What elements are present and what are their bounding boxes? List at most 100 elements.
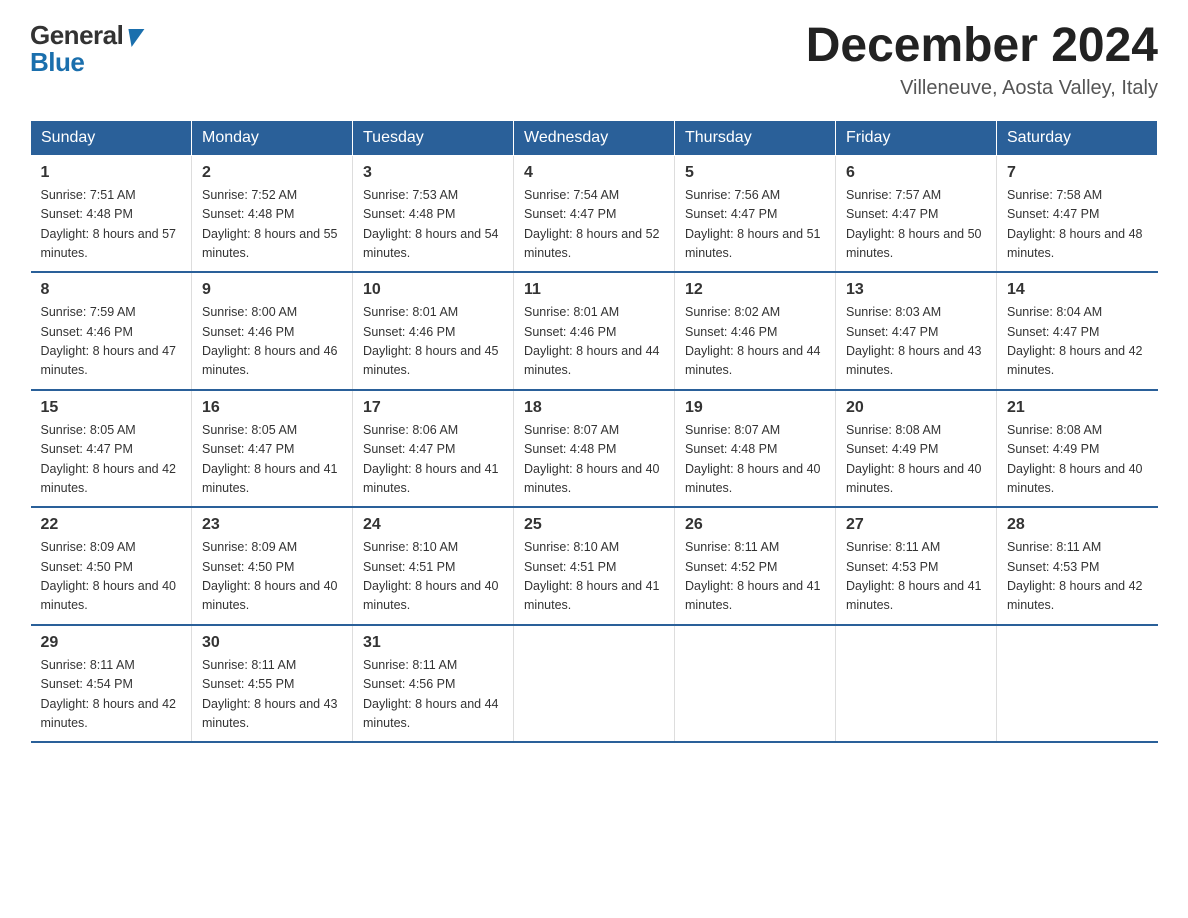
day-cell-8: 8Sunrise: 7:59 AMSunset: 4:46 PMDaylight…: [31, 272, 192, 390]
day-cell-1: 1Sunrise: 7:51 AMSunset: 4:48 PMDaylight…: [31, 155, 192, 272]
day-info: Sunrise: 8:04 AMSunset: 4:47 PMDaylight:…: [1007, 305, 1143, 377]
day-cell-19: 19Sunrise: 8:07 AMSunset: 4:48 PMDayligh…: [675, 390, 836, 508]
day-cell-4: 4 Sunrise: 7:54 AMSunset: 4:47 PMDaylight…: [514, 155, 675, 272]
logo: General Blue: [30, 20, 142, 78]
day-info: Sunrise: 7:56 AMSunset: 4:47 PMDaylight:…: [685, 188, 821, 260]
day-info: Sunrise: 8:11 AMSunset: 4:53 PMDaylight:…: [1007, 540, 1143, 612]
day-cell-11: 11Sunrise: 8:01 AMSunset: 4:46 PMDayligh…: [514, 272, 675, 390]
day-info: Sunrise: 8:09 AMSunset: 4:50 PMDaylight:…: [202, 540, 338, 612]
day-cell-18: 18 Sunrise: 8:07 AMSunset: 4:48 PMDayligh…: [514, 390, 675, 508]
day-number: 10: [363, 281, 503, 299]
day-info: Sunrise: 8:11 AMSunset: 4:56 PMDaylight:…: [363, 658, 499, 730]
day-info: Sunrise: 8:03 AMSunset: 4:47 PMDaylight:…: [846, 305, 982, 377]
week-row-5: 29 Sunrise: 8:11 AMSunset: 4:54 PMDayligh…: [31, 625, 1158, 743]
title-block: December 2024 Villeneuve, Aosta Valley, …: [806, 20, 1158, 100]
day-number: 4: [524, 164, 664, 182]
day-number: 3: [363, 164, 503, 182]
day-number: 22: [41, 516, 182, 534]
day-number: 29: [41, 634, 182, 652]
day-number: 16: [202, 399, 342, 417]
day-info: Sunrise: 8:06 AMSunset: 4:47 PMDaylight:…: [363, 423, 499, 495]
day-info: Sunrise: 8:11 AMSunset: 4:52 PMDaylight:…: [685, 540, 821, 612]
col-header-tuesday: Tuesday: [353, 120, 514, 155]
day-number: 7: [1007, 164, 1148, 182]
day-cell-13: 13Sunrise: 8:03 AMSunset: 4:47 PMDayligh…: [836, 272, 997, 390]
day-number: 8: [41, 281, 182, 299]
day-number: 26: [685, 516, 825, 534]
day-info: Sunrise: 8:07 AMSunset: 4:48 PMDaylight:…: [685, 423, 821, 495]
day-number: 9: [202, 281, 342, 299]
logo-blue-text: Blue: [30, 47, 142, 78]
day-number: 12: [685, 281, 825, 299]
day-number: 11: [524, 281, 664, 299]
day-info: Sunrise: 8:08 AMSunset: 4:49 PMDaylight:…: [846, 423, 982, 495]
col-header-sunday: Sunday: [31, 120, 192, 155]
week-row-3: 15 Sunrise: 8:05 AMSunset: 4:47 PMDayligh…: [31, 390, 1158, 508]
day-cell-6: 6 Sunrise: 7:57 AMSunset: 4:47 PMDaylight…: [836, 155, 997, 272]
day-info: Sunrise: 8:08 AMSunset: 4:49 PMDaylight:…: [1007, 423, 1143, 495]
day-cell-23: 23 Sunrise: 8:09 AMSunset: 4:50 PMDayligh…: [192, 507, 353, 625]
day-cell-15: 15 Sunrise: 8:05 AMSunset: 4:47 PMDayligh…: [31, 390, 192, 508]
col-header-saturday: Saturday: [997, 120, 1158, 155]
day-cell-22: 22 Sunrise: 8:09 AMSunset: 4:50 PMDayligh…: [31, 507, 192, 625]
week-row-4: 22 Sunrise: 8:09 AMSunset: 4:50 PMDayligh…: [31, 507, 1158, 625]
day-cell-17: 17 Sunrise: 8:06 AMSunset: 4:47 PMDayligh…: [353, 390, 514, 508]
day-number: 17: [363, 399, 503, 417]
day-number: 30: [202, 634, 342, 652]
day-cell-24: 24 Sunrise: 8:10 AMSunset: 4:51 PMDayligh…: [353, 507, 514, 625]
day-cell-21: 21 Sunrise: 8:08 AMSunset: 4:49 PMDayligh…: [997, 390, 1158, 508]
logo-arrow-icon: [124, 29, 145, 47]
day-cell-16: 16 Sunrise: 8:05 AMSunset: 4:47 PMDayligh…: [192, 390, 353, 508]
day-cell-28: 28 Sunrise: 8:11 AMSunset: 4:53 PMDayligh…: [997, 507, 1158, 625]
day-number: 24: [363, 516, 503, 534]
day-info: Sunrise: 8:11 AMSunset: 4:53 PMDaylight:…: [846, 540, 982, 612]
day-number: 31: [363, 634, 503, 652]
location-text: Villeneuve, Aosta Valley, Italy: [806, 77, 1158, 100]
day-cell-12: 12 Sunrise: 8:02 AMSunset: 4:46 PMDayligh…: [675, 272, 836, 390]
week-row-1: 1Sunrise: 7:51 AMSunset: 4:48 PMDaylight…: [31, 155, 1158, 272]
day-info: Sunrise: 7:54 AMSunset: 4:47 PMDaylight:…: [524, 188, 660, 260]
day-cell-31: 31 Sunrise: 8:11 AMSunset: 4:56 PMDayligh…: [353, 625, 514, 743]
day-cell-7: 7 Sunrise: 7:58 AMSunset: 4:47 PMDaylight…: [997, 155, 1158, 272]
day-number: 15: [41, 399, 182, 417]
day-cell-30: 30 Sunrise: 8:11 AMSunset: 4:55 PMDayligh…: [192, 625, 353, 743]
col-header-thursday: Thursday: [675, 120, 836, 155]
day-number: 6: [846, 164, 986, 182]
day-info: Sunrise: 8:10 AMSunset: 4:51 PMDaylight:…: [524, 540, 660, 612]
day-info: Sunrise: 8:09 AMSunset: 4:50 PMDaylight:…: [41, 540, 177, 612]
day-number: 25: [524, 516, 664, 534]
day-info: Sunrise: 7:52 AMSunset: 4:48 PMDaylight:…: [202, 188, 338, 260]
day-cell-9: 9Sunrise: 8:00 AMSunset: 4:46 PMDaylight…: [192, 272, 353, 390]
day-cell-26: 26 Sunrise: 8:11 AMSunset: 4:52 PMDayligh…: [675, 507, 836, 625]
day-cell-5: 5Sunrise: 7:56 AMSunset: 4:47 PMDaylight…: [675, 155, 836, 272]
day-info: Sunrise: 7:57 AMSunset: 4:47 PMDaylight:…: [846, 188, 982, 260]
empty-cell: [836, 625, 997, 743]
col-header-monday: Monday: [192, 120, 353, 155]
day-info: Sunrise: 8:11 AMSunset: 4:54 PMDaylight:…: [41, 658, 177, 730]
empty-cell: [514, 625, 675, 743]
day-cell-10: 10 Sunrise: 8:01 AMSunset: 4:46 PMDayligh…: [353, 272, 514, 390]
day-number: 14: [1007, 281, 1148, 299]
day-info: Sunrise: 8:01 AMSunset: 4:46 PMDaylight:…: [363, 305, 499, 377]
day-info: Sunrise: 8:10 AMSunset: 4:51 PMDaylight:…: [363, 540, 499, 612]
empty-cell: [997, 625, 1158, 743]
day-number: 1: [41, 164, 182, 182]
day-number: 23: [202, 516, 342, 534]
day-info: Sunrise: 8:11 AMSunset: 4:55 PMDaylight:…: [202, 658, 338, 730]
empty-cell: [675, 625, 836, 743]
day-info: Sunrise: 7:58 AMSunset: 4:47 PMDaylight:…: [1007, 188, 1143, 260]
day-cell-27: 27Sunrise: 8:11 AMSunset: 4:53 PMDayligh…: [836, 507, 997, 625]
day-info: Sunrise: 8:07 AMSunset: 4:48 PMDaylight:…: [524, 423, 660, 495]
calendar-table: SundayMondayTuesdayWednesdayThursdayFrid…: [30, 120, 1158, 744]
day-info: Sunrise: 8:02 AMSunset: 4:46 PMDaylight:…: [685, 305, 821, 377]
day-cell-25: 25 Sunrise: 8:10 AMSunset: 4:51 PMDayligh…: [514, 507, 675, 625]
day-info: Sunrise: 8:05 AMSunset: 4:47 PMDaylight:…: [41, 423, 177, 495]
day-cell-20: 20Sunrise: 8:08 AMSunset: 4:49 PMDayligh…: [836, 390, 997, 508]
day-info: Sunrise: 8:05 AMSunset: 4:47 PMDaylight:…: [202, 423, 338, 495]
day-number: 21: [1007, 399, 1148, 417]
calendar-header-row: SundayMondayTuesdayWednesdayThursdayFrid…: [31, 120, 1158, 155]
day-number: 2: [202, 164, 342, 182]
day-number: 28: [1007, 516, 1148, 534]
page-header: General Blue December 2024 Villeneuve, A…: [30, 20, 1158, 100]
day-number: 18: [524, 399, 664, 417]
